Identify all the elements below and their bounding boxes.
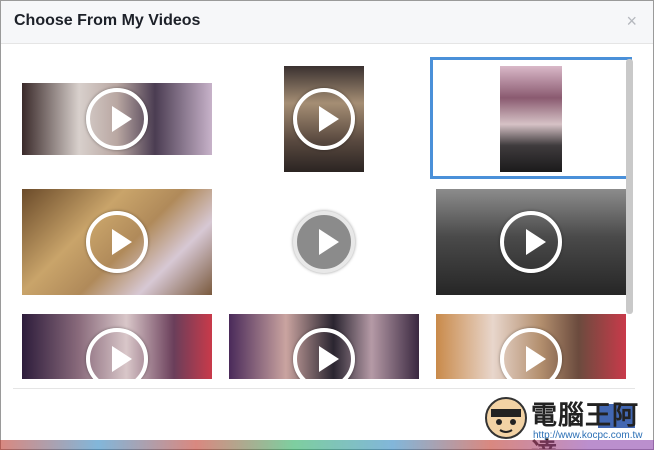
close-icon[interactable]: × [626,11,637,31]
video-grid [1,44,653,379]
watermark-mascot-icon [485,397,527,439]
dialog-header: Choose From My Videos × [1,1,653,44]
video-thumbnail[interactable] [22,189,212,295]
selected-video-highlight [430,57,632,179]
video-thumbnail[interactable] [22,314,212,379]
video-picker-dialog: Choose From My Videos × 電腦王阿 http://www.… [0,0,654,450]
video-thumbnail[interactable] [436,189,626,295]
play-icon [86,327,148,379]
video-thumbnail[interactable] [229,314,419,379]
play-icon [86,211,148,273]
video-thumbnail[interactable] [22,83,212,155]
video-thumbnail[interactable] [284,66,364,172]
play-icon [293,88,355,150]
video-thumbnail[interactable] [436,314,626,379]
video-thumbnail-placeholder[interactable] [229,189,419,295]
play-icon [293,327,355,379]
background-strip [0,440,654,450]
scrollbar[interactable] [626,59,633,314]
dialog-title: Choose From My Videos [14,12,201,29]
play-icon [293,211,355,273]
play-icon [500,211,562,273]
play-icon [500,327,562,379]
watermark: 電腦王阿達 http://www.kocpc.com.tw [481,393,651,449]
play-icon [86,88,148,150]
